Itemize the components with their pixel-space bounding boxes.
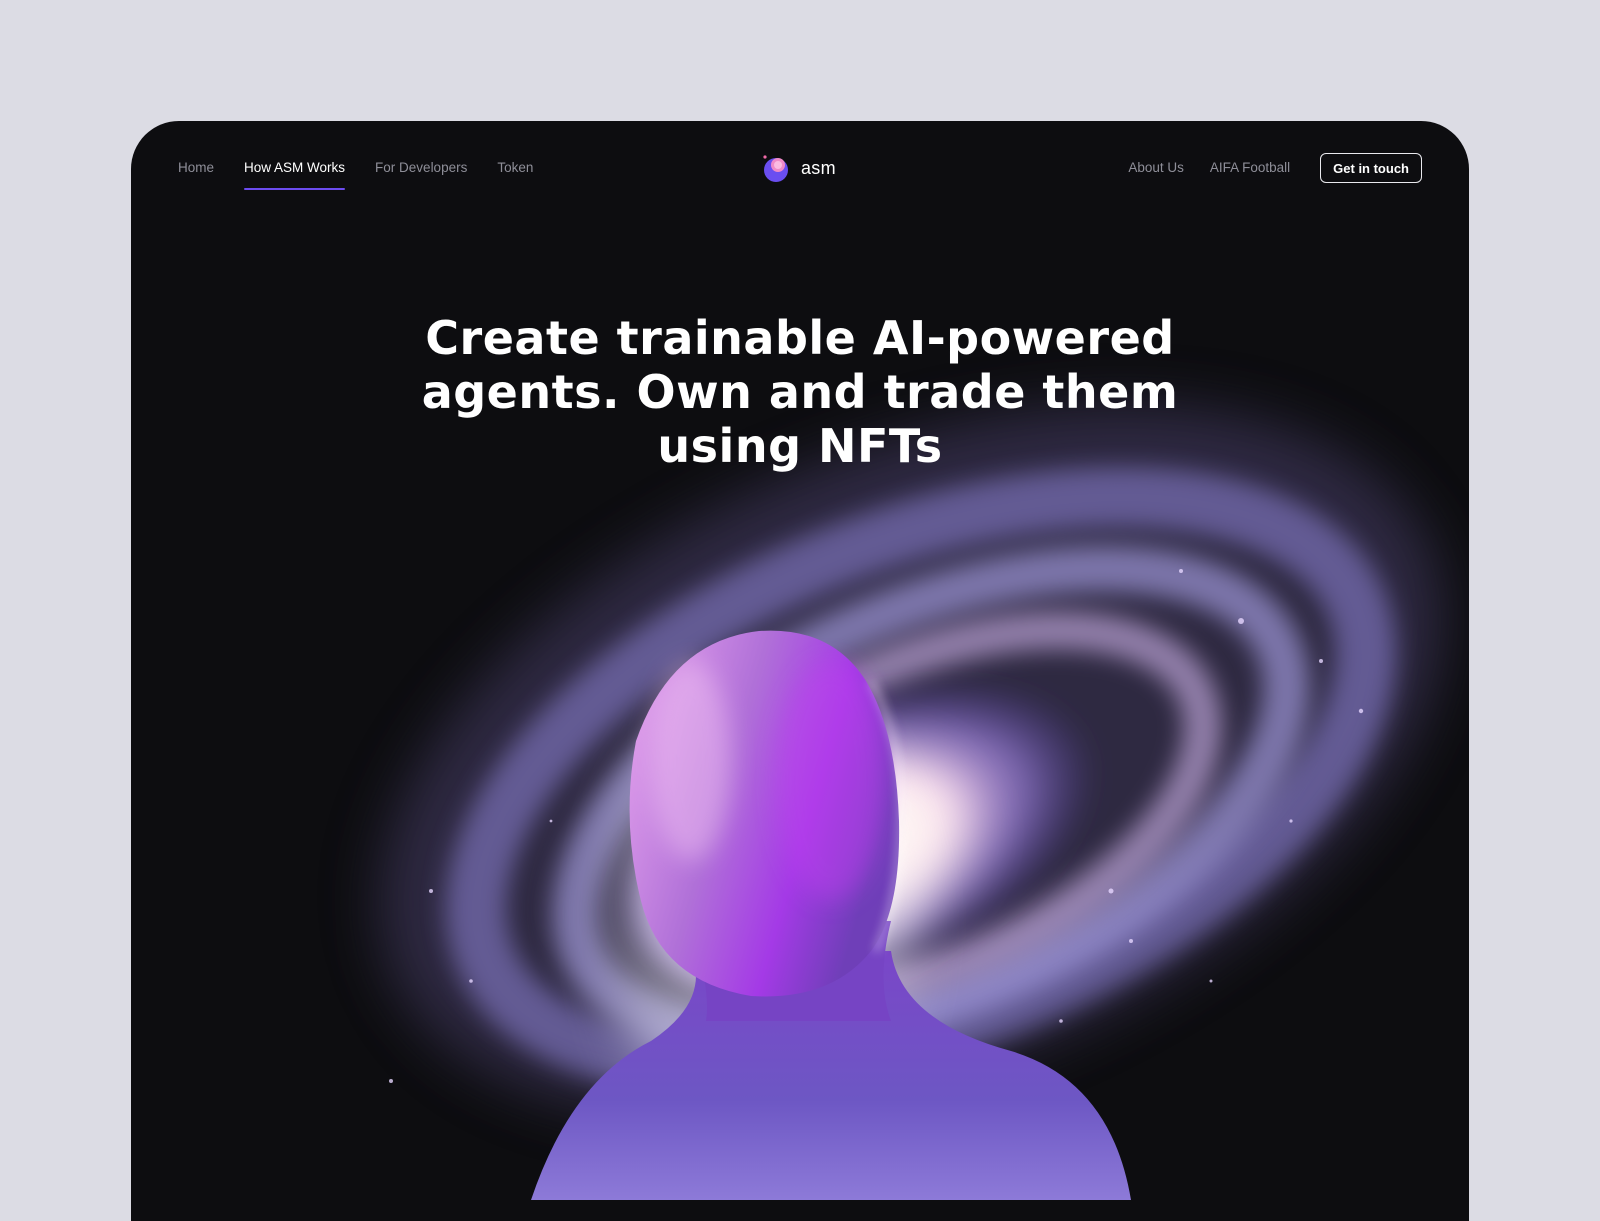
top-navigation: Home How ASM Works For Developers Token … — [131, 121, 1469, 221]
hero-headline: Create trainable AI-powered agents. Own … — [421, 311, 1179, 473]
brand-name: asm — [801, 157, 836, 178]
nav-link-how-asm-works[interactable]: How ASM Works — [244, 161, 346, 189]
brand-logo[interactable]: asm — [759, 151, 836, 185]
asm-logo-icon — [763, 155, 788, 182]
nav-link-for-developers[interactable]: For Developers — [375, 161, 467, 175]
browser-frame: Home How ASM Works For Developers Token … — [131, 121, 1469, 1221]
nav-link-aifa-football[interactable]: AIFA Football — [1210, 161, 1290, 175]
nav-link-home[interactable]: Home — [178, 161, 214, 175]
get-in-touch-button[interactable]: Get in touch — [1320, 153, 1422, 183]
nav-link-token[interactable]: Token — [497, 161, 533, 175]
nav-link-about-us[interactable]: About Us — [1128, 161, 1184, 175]
secondary-nav-links: About Us AIFA Football Get in touch — [1128, 153, 1422, 183]
primary-nav-links: Home How ASM Works For Developers Token — [178, 161, 563, 189]
hero-galaxy-figure-illustration — [378, 405, 1444, 1200]
